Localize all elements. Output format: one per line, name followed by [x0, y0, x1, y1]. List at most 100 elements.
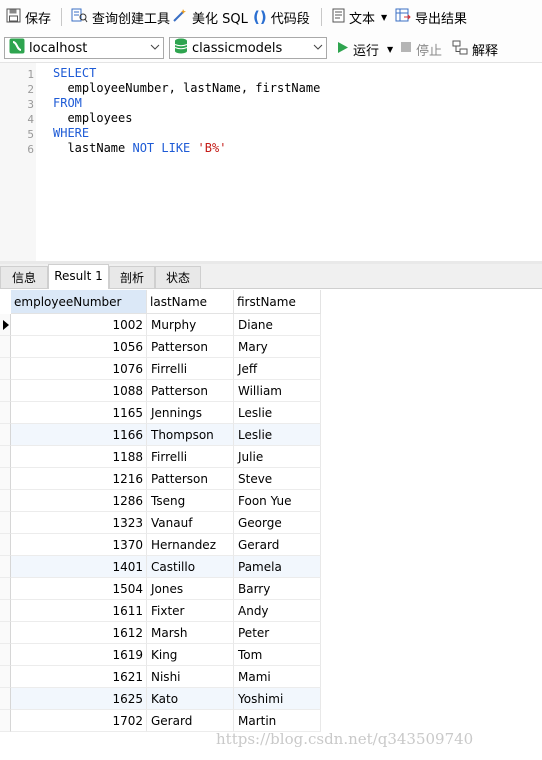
first-name-cell[interactable]: William — [234, 380, 321, 402]
first-name-cell[interactable]: Julie — [234, 446, 321, 468]
last-name-cell[interactable]: Gerard — [147, 710, 234, 732]
last-name-cell[interactable]: Jennings — [147, 402, 234, 424]
table-row[interactable]: 1619 King Tom — [0, 644, 321, 666]
row-header[interactable] — [0, 534, 11, 556]
last-name-cell[interactable]: Patterson — [147, 380, 234, 402]
employee-number-cell[interactable]: 1611 — [11, 600, 147, 622]
table-row[interactable]: 1166 Thompson Leslie — [0, 424, 321, 446]
table-row[interactable]: 1401 Castillo Pamela — [0, 556, 321, 578]
first-name-cell[interactable]: Andy — [234, 600, 321, 622]
row-header[interactable] — [0, 622, 11, 644]
employee-number-cell[interactable]: 1323 — [11, 512, 147, 534]
row-header[interactable] — [0, 556, 11, 578]
table-row[interactable]: 1286 Tseng Foon Yue — [0, 490, 321, 512]
last-name-cell[interactable]: Patterson — [147, 336, 234, 358]
table-row[interactable]: 1056 Patterson Mary — [0, 336, 321, 358]
table-row[interactable]: 1625 Kato Yoshimi — [0, 688, 321, 710]
first-name-cell[interactable]: Leslie — [234, 402, 321, 424]
first-name-cell[interactable]: Barry — [234, 578, 321, 600]
employee-number-cell[interactable]: 1188 — [11, 446, 147, 468]
row-header[interactable] — [0, 710, 11, 732]
save-button[interactable]: 保存 — [6, 6, 51, 28]
table-row[interactable]: 1323 Vanauf George — [0, 512, 321, 534]
row-header[interactable] — [0, 336, 11, 358]
employee-number-cell[interactable]: 1702 — [11, 710, 147, 732]
tab-profile[interactable]: 剖析 — [109, 266, 155, 288]
first-name-cell[interactable]: Martin — [234, 710, 321, 732]
explain-button[interactable]: 解释 — [452, 38, 498, 60]
table-row[interactable]: 1165 Jennings Leslie — [0, 402, 321, 424]
last-name-cell[interactable]: Firrelli — [147, 446, 234, 468]
row-header[interactable] — [0, 314, 11, 336]
table-row[interactable]: 1188 Firrelli Julie — [0, 446, 321, 468]
export-results-button[interactable]: 导出结果 — [395, 6, 467, 28]
employee-number-cell[interactable]: 1216 — [11, 468, 147, 490]
first-name-cell[interactable]: Gerard — [234, 534, 321, 556]
first-name-cell[interactable]: Peter — [234, 622, 321, 644]
employee-number-cell[interactable]: 1165 — [11, 402, 147, 424]
code-snippet-button[interactable]: () 代码段 — [253, 6, 310, 28]
employee-number-cell[interactable]: 1076 — [11, 358, 147, 380]
beautify-sql-button[interactable]: 美化 SQL — [172, 6, 248, 28]
employee-number-cell[interactable]: 1625 — [11, 688, 147, 710]
employee-number-cell[interactable]: 1504 — [11, 578, 147, 600]
column-header-last-name[interactable]: lastName — [147, 290, 234, 314]
first-name-cell[interactable]: George — [234, 512, 321, 534]
employee-number-cell[interactable]: 1612 — [11, 622, 147, 644]
employee-number-cell[interactable]: 1619 — [11, 644, 147, 666]
stop-button[interactable]: 停止 — [400, 38, 442, 60]
first-name-cell[interactable]: Foon Yue — [234, 490, 321, 512]
database-select[interactable]: classicmodels — [169, 37, 327, 59]
first-name-cell[interactable]: Yoshimi — [234, 688, 321, 710]
table-row[interactable]: 1370 Hernandez Gerard — [0, 534, 321, 556]
last-name-cell[interactable]: Hernandez — [147, 534, 234, 556]
table-row[interactable]: 1216 Patterson Steve — [0, 468, 321, 490]
column-header-first-name[interactable]: firstName — [234, 290, 321, 314]
table-row[interactable]: 1076 Firrelli Jeff — [0, 358, 321, 380]
tab-info[interactable]: 信息 — [0, 266, 48, 288]
last-name-cell[interactable]: Castillo — [147, 556, 234, 578]
employee-number-cell[interactable]: 1056 — [11, 336, 147, 358]
last-name-cell[interactable]: Marsh — [147, 622, 234, 644]
last-name-cell[interactable]: Patterson — [147, 468, 234, 490]
query-builder-button[interactable]: 查询创建工具 — [71, 6, 170, 28]
row-header[interactable] — [0, 380, 11, 402]
row-header[interactable] — [0, 358, 11, 380]
text-dropdown-button[interactable]: 文本 ▼ — [332, 6, 387, 28]
row-header[interactable] — [0, 512, 11, 534]
employee-number-cell[interactable]: 1088 — [11, 380, 147, 402]
first-name-cell[interactable]: Pamela — [234, 556, 321, 578]
employee-number-cell[interactable]: 1002 — [11, 314, 147, 336]
row-header[interactable] — [0, 402, 11, 424]
table-row[interactable]: 1611 Fixter Andy — [0, 600, 321, 622]
row-header[interactable] — [0, 644, 11, 666]
first-name-cell[interactable]: Steve — [234, 468, 321, 490]
first-name-cell[interactable]: Diane — [234, 314, 321, 336]
row-header[interactable] — [0, 578, 11, 600]
sql-editor[interactable]: 1 2 3 4 5 6 SELECT employeeNumber, lastName, … — [0, 63, 542, 261]
last-name-cell[interactable]: Tseng — [147, 490, 234, 512]
tab-status[interactable]: 状态 — [155, 266, 201, 288]
run-button[interactable]: 运行 ▼ — [336, 38, 393, 60]
employee-number-cell[interactable]: 1621 — [11, 666, 147, 688]
table-row[interactable]: 1088 Patterson William — [0, 380, 321, 402]
employee-number-cell[interactable]: 1286 — [11, 490, 147, 512]
employee-number-cell[interactable]: 1401 — [11, 556, 147, 578]
column-header-employee-number[interactable]: employeeNumber — [11, 290, 147, 314]
connection-select[interactable]: localhost — [4, 37, 164, 59]
row-header[interactable] — [0, 600, 11, 622]
row-header[interactable] — [0, 424, 11, 446]
last-name-cell[interactable]: King — [147, 644, 234, 666]
first-name-cell[interactable]: Mami — [234, 666, 321, 688]
table-row[interactable]: 1612 Marsh Peter — [0, 622, 321, 644]
table-row[interactable]: 1002 Murphy Diane — [0, 314, 321, 336]
last-name-cell[interactable]: Murphy — [147, 314, 234, 336]
last-name-cell[interactable]: Fixter — [147, 600, 234, 622]
row-header[interactable] — [0, 468, 11, 490]
table-row[interactable]: 1504 Jones Barry — [0, 578, 321, 600]
last-name-cell[interactable]: Nishi — [147, 666, 234, 688]
tab-result-1[interactable]: Result 1 — [48, 264, 109, 289]
employee-number-cell[interactable]: 1370 — [11, 534, 147, 556]
last-name-cell[interactable]: Thompson — [147, 424, 234, 446]
first-name-cell[interactable]: Mary — [234, 336, 321, 358]
